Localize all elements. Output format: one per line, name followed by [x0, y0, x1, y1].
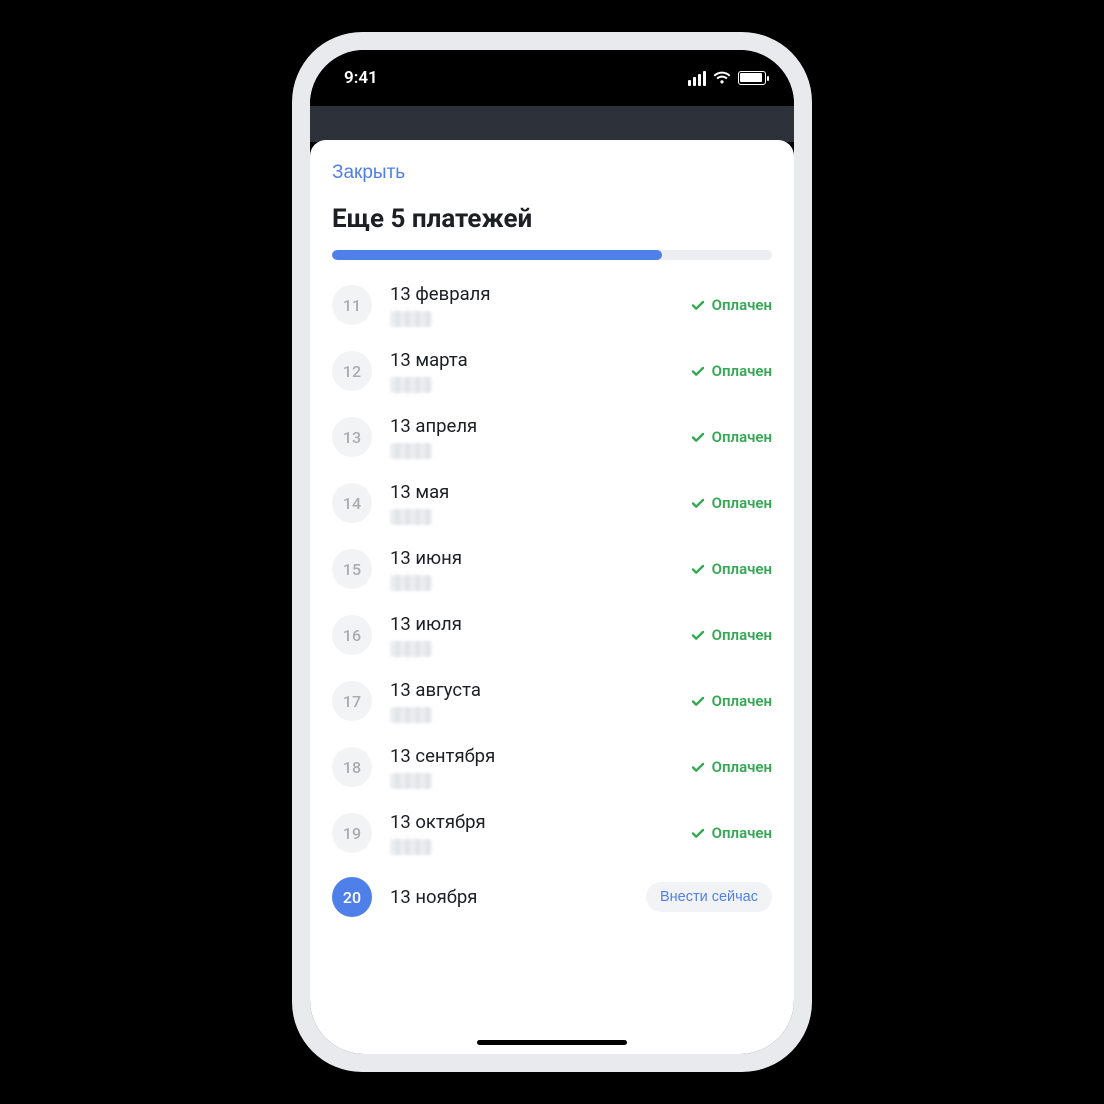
payment-info: 13 октября — [390, 811, 690, 855]
phone-frame: 9:41 Закрыть Еще 5 платежей 11 13 февраля… — [292, 32, 812, 1072]
progress-fill — [332, 250, 662, 260]
payment-number-badge: 11 — [332, 285, 372, 325]
check-icon — [690, 363, 706, 379]
payment-date: 13 октября — [390, 811, 690, 833]
check-icon — [690, 495, 706, 511]
payment-number-badge: 18 — [332, 747, 372, 787]
payment-info: 13 марта — [390, 349, 690, 393]
payment-number-badge: 17 — [332, 681, 372, 721]
status-label: Оплачен — [712, 296, 772, 314]
pay-now-button[interactable]: Внести сейчас — [646, 882, 772, 912]
payment-amount-redacted — [390, 641, 432, 657]
payment-amount-redacted — [390, 509, 432, 525]
payment-row[interactable]: 18 13 сентября Оплачен — [332, 734, 772, 800]
payment-amount-redacted — [390, 773, 432, 789]
cellular-icon — [688, 71, 706, 86]
status-badge: Оплачен — [690, 626, 772, 644]
payment-row[interactable]: 11 13 февраля Оплачен — [332, 272, 772, 338]
payment-info: 13 апреля — [390, 415, 690, 459]
payment-info: 13 июня — [390, 547, 690, 591]
screen: 9:41 Закрыть Еще 5 платежей 11 13 февраля… — [310, 50, 794, 1054]
payment-number-badge: 15 — [332, 549, 372, 589]
status-time: 9:41 — [344, 68, 378, 88]
payment-date: 13 сентября — [390, 745, 690, 767]
payment-amount-redacted — [390, 311, 432, 327]
payment-row[interactable]: 15 13 июня Оплачен — [332, 536, 772, 602]
status-label: Оплачен — [712, 758, 772, 776]
payments-sheet: Закрыть Еще 5 платежей 11 13 февраля Оплач… — [310, 140, 794, 1054]
check-icon — [690, 825, 706, 841]
payment-number-badge: 20 — [332, 877, 372, 917]
status-label: Оплачен — [712, 626, 772, 644]
background-strip — [310, 106, 794, 142]
payment-row[interactable]: 12 13 марта Оплачен — [332, 338, 772, 404]
status-label: Оплачен — [712, 692, 772, 710]
battery-icon — [738, 71, 766, 85]
status-badge: Оплачен — [690, 296, 772, 314]
payments-list[interactable]: 1113 февраляОплачен1213 мартаОплачен1313… — [332, 272, 772, 1054]
wifi-icon — [712, 71, 732, 85]
notch — [442, 50, 662, 86]
payment-date: 13 мая — [390, 481, 690, 503]
check-icon — [690, 561, 706, 577]
payment-info: 13 августа — [390, 679, 690, 723]
check-icon — [690, 693, 706, 709]
payment-number-badge: 16 — [332, 615, 372, 655]
status-badge: Оплачен — [690, 824, 772, 842]
payment-info: 13 сентября — [390, 745, 690, 789]
payment-amount-redacted — [390, 707, 432, 723]
payment-row[interactable]: 16 13 июля Оплачен — [332, 602, 772, 668]
status-badge: Оплачен — [690, 692, 772, 710]
payment-row[interactable]: 20 13 ноябряВнести сейчас — [332, 866, 772, 928]
payment-amount-redacted — [390, 839, 432, 855]
close-button[interactable]: Закрыть — [332, 158, 772, 204]
status-label: Оплачен — [712, 428, 772, 446]
payment-date: 13 февраля — [390, 283, 690, 305]
payment-date: 13 ноября — [390, 886, 646, 908]
payment-date: 13 апреля — [390, 415, 690, 437]
payment-date: 13 августа — [390, 679, 690, 701]
payment-row[interactable]: 17 13 августа Оплачен — [332, 668, 772, 734]
status-label: Оплачен — [712, 362, 772, 380]
status-badge: Оплачен — [690, 428, 772, 446]
status-badge: Оплачен — [690, 758, 772, 776]
payment-amount-redacted — [390, 575, 432, 591]
payment-number-badge: 13 — [332, 417, 372, 457]
payment-number-badge: 12 — [332, 351, 372, 391]
check-icon — [690, 627, 706, 643]
payment-info: 13 мая — [390, 481, 690, 525]
status-label: Оплачен — [712, 824, 772, 842]
payment-row[interactable]: 13 13 апреля Оплачен — [332, 404, 772, 470]
payment-date: 13 марта — [390, 349, 690, 371]
status-label: Оплачен — [712, 560, 772, 578]
home-indicator[interactable] — [477, 1040, 627, 1045]
payment-info: 13 ноября — [390, 886, 646, 908]
payment-row[interactable]: 14 13 мая Оплачен — [332, 470, 772, 536]
payment-info: 13 февраля — [390, 283, 690, 327]
payment-info: 13 июля — [390, 613, 690, 657]
status-badge: Оплачен — [690, 560, 772, 578]
payment-amount-redacted — [390, 443, 432, 459]
check-icon — [690, 759, 706, 775]
status-badge: Оплачен — [690, 362, 772, 380]
check-icon — [690, 429, 706, 445]
payment-date: 13 июля — [390, 613, 690, 635]
status-badge: Оплачен — [690, 494, 772, 512]
check-icon — [690, 297, 706, 313]
payment-date: 13 июня — [390, 547, 690, 569]
page-title: Еще 5 платежей — [332, 204, 772, 234]
status-label: Оплачен — [712, 494, 772, 512]
payment-number-badge: 14 — [332, 483, 372, 523]
payment-row[interactable]: 19 13 октября Оплачен — [332, 800, 772, 866]
payment-amount-redacted — [390, 377, 432, 393]
progress-bar — [332, 250, 772, 260]
payment-number-badge: 19 — [332, 813, 372, 853]
